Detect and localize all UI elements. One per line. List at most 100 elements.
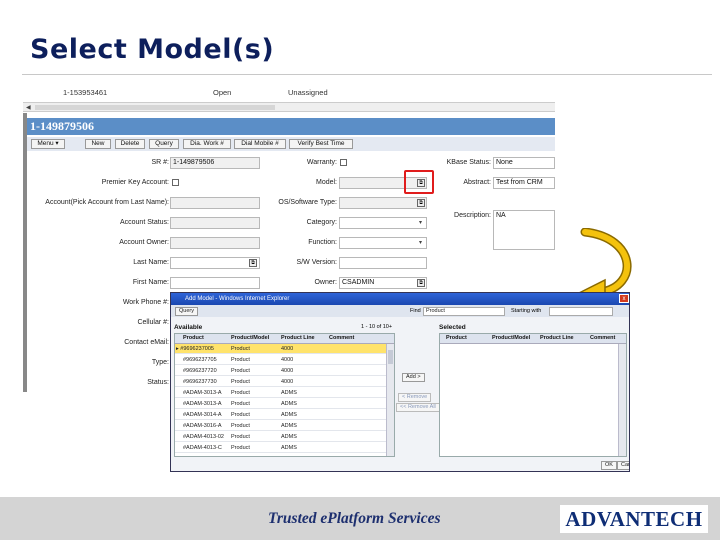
row-product: #9696237730 — [183, 379, 217, 385]
row-product-line: 4000 — [281, 368, 294, 374]
find-label: Find — [410, 308, 421, 314]
frame-edge — [23, 113, 27, 392]
sw-version-field[interactable] — [339, 257, 427, 269]
table-row[interactable]: #9696237720 Product 4000 — [175, 366, 394, 376]
delete-button[interactable]: Delete — [115, 139, 145, 149]
col-comment[interactable]: Comment — [329, 335, 354, 341]
remove-all-button[interactable]: << Remove All — [396, 403, 440, 412]
os-software-field[interactable] — [339, 197, 427, 209]
row-product-model: Product — [231, 401, 250, 407]
col-product-model[interactable]: Product/Model — [231, 335, 269, 341]
contact-email-label: Contact eMail: — [124, 339, 169, 346]
add-button[interactable]: Add > — [402, 373, 425, 382]
warranty-checkbox[interactable] — [340, 159, 347, 166]
popup-close-icon[interactable]: x — [619, 294, 629, 303]
row-product-line: ADMS — [281, 434, 297, 440]
ok-button[interactable]: OK — [601, 461, 617, 470]
table-row[interactable]: #ADAM-3013-A Product ADMS — [175, 399, 394, 409]
last-name-field[interactable] — [170, 257, 260, 269]
scroll-left-icon[interactable]: ◀ — [26, 104, 31, 111]
sw-version-label: S/W Version: — [296, 259, 337, 266]
col-product[interactable]: Product — [183, 335, 204, 341]
popup-title: Add Model - Windows Internet Explorer — [185, 296, 290, 302]
row-product-model: Product — [231, 412, 250, 418]
popup-query-bar: Query Find Product Starting with — [171, 305, 629, 317]
row-product: #ADAM-3013-A — [183, 390, 222, 396]
first-name-label: First Name: — [132, 279, 169, 286]
popup-titlebar: Add Model - Windows Internet Explorer x — [171, 293, 629, 305]
model-label: Model: — [315, 179, 337, 186]
description-field[interactable]: NA — [493, 210, 555, 250]
sel-col-product-line[interactable]: Product Line — [540, 335, 574, 341]
table-row[interactable]: #ADAM-3014-A Product ADMS — [175, 410, 394, 420]
sel-col-product[interactable]: Product — [446, 335, 467, 341]
kbase-status-label: KBase Status: — [446, 159, 491, 166]
row-product-model: Product — [231, 434, 250, 440]
sel-col-comment[interactable]: Comment — [590, 335, 615, 341]
account-status-label: Account Status: — [119, 219, 169, 226]
starting-with-input[interactable] — [549, 307, 613, 316]
type-label: Type: — [151, 359, 169, 366]
function-field[interactable] — [339, 237, 427, 249]
horizontal-scrollbar[interactable]: ◀ — [23, 102, 555, 112]
new-button[interactable]: New — [85, 139, 111, 149]
cancel-button[interactable]: Cancel — [617, 461, 629, 470]
row-product-line: ADMS — [281, 390, 297, 396]
table-row[interactable]: ▸ #9696237005 Product 4000 — [175, 344, 394, 354]
table-row[interactable]: #9696237730 Product 4000 — [175, 377, 394, 387]
first-name-field[interactable] — [170, 277, 260, 289]
sel-col-product-model[interactable]: Product/Model — [492, 335, 530, 341]
function-label: Function: — [308, 239, 337, 246]
popup-query-button[interactable]: Query — [175, 307, 198, 316]
row-product-line: ADMS — [281, 423, 297, 429]
cellular-label: Cellular #: — [137, 319, 169, 326]
kbase-status-field[interactable]: None — [493, 157, 555, 169]
col-product-line[interactable]: Product Line — [281, 335, 315, 341]
menu-button[interactable]: Menu ▾ — [31, 139, 65, 149]
account-owner-field[interactable] — [170, 237, 260, 249]
premier-key-checkbox[interactable] — [172, 179, 179, 186]
query-button[interactable]: Query — [149, 139, 179, 149]
verify-best-time-button[interactable]: Verify Best Time — [289, 139, 353, 149]
os-software-label: OS/Software Type: — [278, 199, 337, 206]
table-row[interactable]: #9696237705 Product 4000 — [175, 355, 394, 365]
table-row[interactable]: #ADAM-4013-02 Product ADMS — [175, 432, 394, 442]
row-product-line: 4000 — [281, 379, 294, 385]
sr-number-field[interactable]: 1-149879506 — [170, 157, 260, 169]
account-status-field[interactable] — [170, 217, 260, 229]
status-label: Status: — [147, 379, 169, 386]
scroll-thumb[interactable] — [35, 105, 275, 110]
model-highlight-box — [404, 170, 434, 194]
os-software-pick-icon[interactable]: ⧉ — [417, 199, 425, 207]
table-row[interactable]: #ADAM-3013-A Product ADMS — [175, 388, 394, 398]
title-divider — [22, 74, 712, 75]
available-scrollbar[interactable] — [386, 344, 394, 456]
starting-with-label: Starting with — [511, 308, 542, 314]
account-field[interactable] — [170, 197, 260, 209]
remove-button[interactable]: < Remove — [398, 393, 432, 402]
category-field[interactable] — [339, 217, 427, 229]
row-product-line: ADMS — [281, 401, 297, 407]
owner-pick-icon[interactable]: ⧉ — [417, 279, 425, 287]
table-row[interactable]: #ADAM-3016-A Product ADMS — [175, 421, 394, 431]
premier-key-label: Premier Key Account: — [101, 179, 169, 186]
description-label: Description: — [454, 212, 491, 219]
row-product-model: Product — [231, 368, 250, 374]
abstract-field[interactable]: Test from CRM — [493, 177, 555, 189]
last-name-label: Last Name: — [133, 259, 169, 266]
selected-scrollbar[interactable] — [618, 344, 626, 456]
work-phone-label: Work Phone #: — [122, 299, 169, 306]
category-dropdown-icon[interactable]: ▾ — [416, 219, 425, 228]
owner-label: Owner: — [314, 279, 337, 286]
find-select[interactable]: Product — [423, 307, 505, 316]
dial-mobile-button[interactable]: Dial Mobile # — [234, 139, 286, 149]
last-name-pick-icon[interactable]: ⧉ — [249, 259, 257, 267]
footer-tagline: Trusted ePlatform Services — [268, 510, 441, 527]
advantech-logo: ADVANTECH — [560, 505, 708, 533]
table-row[interactable]: #ADAM-4013-C Product ADMS — [175, 443, 394, 453]
row-product-line: 4000 — [281, 346, 294, 352]
dial-work-button[interactable]: Dia. Work # — [183, 139, 231, 149]
function-dropdown-icon[interactable]: ▾ — [416, 239, 425, 248]
owner-field[interactable]: CSADMIN — [339, 277, 427, 289]
sr-number-label: SR #: — [151, 159, 169, 166]
